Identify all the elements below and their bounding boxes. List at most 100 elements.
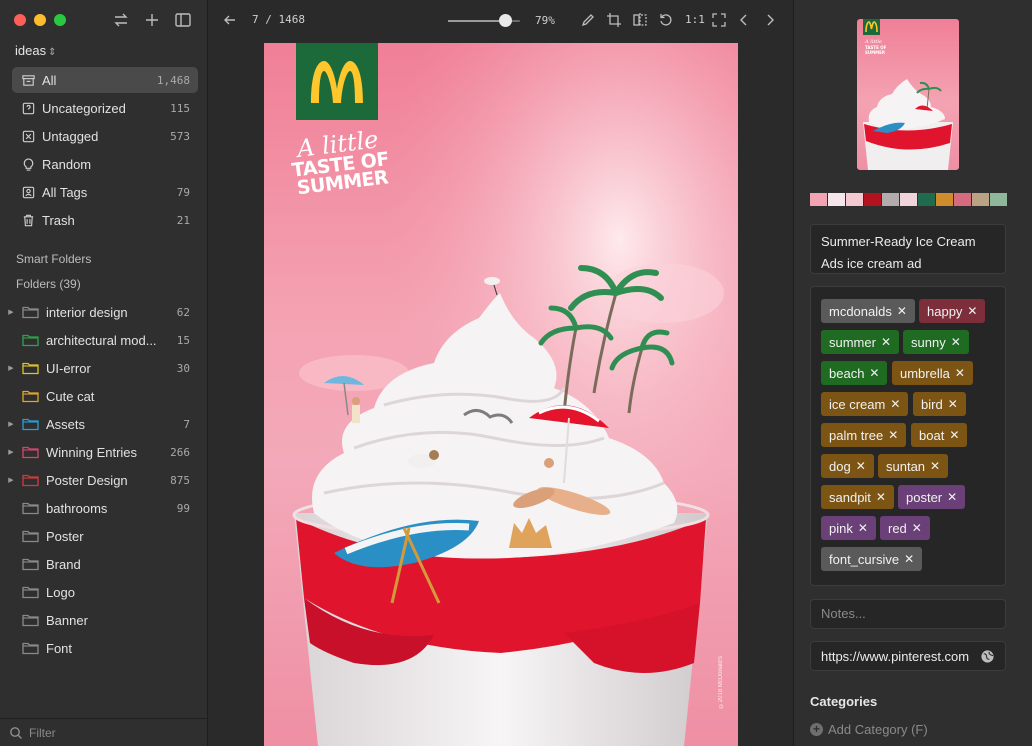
minimize-window-button[interactable]	[34, 14, 46, 26]
url-text[interactable]: https://www.pinterest.com	[821, 649, 976, 664]
disclosure-arrow-icon[interactable]: ▶	[6, 308, 16, 316]
actual-size-button[interactable]: 1:1	[685, 13, 705, 26]
color-swatch[interactable]	[846, 193, 863, 206]
back-arrow-icon[interactable]	[222, 12, 238, 28]
remove-tag-icon[interactable]: ✕	[897, 304, 907, 318]
add-icon[interactable]	[142, 10, 162, 30]
filter-input[interactable]: Filter	[29, 726, 56, 740]
smart-folders-heading[interactable]: Smart Folders	[16, 252, 91, 266]
nav-item-all-tags[interactable]: All Tags 79	[12, 179, 198, 205]
folder-item[interactable]: ▶ Poster Design 875	[4, 467, 200, 493]
flip-icon[interactable]	[632, 12, 648, 28]
remove-tag-icon[interactable]: ✕	[858, 521, 868, 535]
color-swatch[interactable]	[810, 193, 827, 206]
nav-item-uncategorized[interactable]: Uncategorized 115	[12, 95, 198, 121]
tag-chip[interactable]: font_cursive ✕	[821, 547, 923, 571]
nav-item-all[interactable]: All 1,468	[12, 67, 198, 93]
remove-tag-icon[interactable]: ✕	[930, 459, 940, 473]
disclosure-arrow-icon[interactable]: ▶	[6, 364, 16, 372]
nav-item-trash[interactable]: Trash 21	[12, 207, 198, 233]
tags-box[interactable]: mcdonalds ✕ happy ✕ summer ✕ sunny ✕ beach ✕ umbre…	[810, 286, 1006, 586]
poster-image[interactable]: A little TASTE OF SUMMER ©2018 McDonald'…	[264, 43, 738, 746]
remove-tag-icon[interactable]: ✕	[948, 397, 958, 411]
remove-tag-icon[interactable]: ✕	[949, 428, 959, 442]
color-swatch[interactable]	[864, 193, 881, 206]
color-swatch[interactable]	[990, 193, 1007, 206]
tag-chip[interactable]: mcdonalds ✕	[821, 299, 915, 323]
folder-item[interactable]: bathrooms 99	[4, 495, 200, 521]
remove-tag-icon[interactable]: ✕	[869, 366, 879, 380]
folders-heading[interactable]: Folders (39)	[16, 277, 81, 291]
folder-item[interactable]: Poster	[4, 523, 200, 549]
remove-tag-icon[interactable]: ✕	[904, 552, 914, 566]
remove-tag-icon[interactable]: ✕	[881, 335, 891, 349]
tag-chip[interactable]: umbrella ✕	[892, 361, 973, 385]
tag-chip[interactable]: pink ✕	[821, 516, 876, 540]
crop-icon[interactable]	[606, 12, 622, 28]
disclosure-arrow-icon[interactable]: ▶	[6, 476, 16, 484]
color-swatch[interactable]	[882, 193, 899, 206]
sidebar-toggle-icon[interactable]	[173, 10, 193, 30]
color-swatch[interactable]	[954, 193, 971, 206]
next-icon[interactable]	[762, 12, 778, 28]
globe-icon[interactable]	[980, 649, 995, 664]
folder-item[interactable]: architectural mod... 15	[4, 327, 200, 353]
folder-item[interactable]: ▶ UI-error 30	[4, 355, 200, 381]
disclosure-arrow-icon[interactable]: ▶	[6, 420, 16, 428]
zoom-window-button[interactable]	[54, 14, 66, 26]
color-swatch[interactable]	[936, 193, 953, 206]
tag-chip[interactable]: palm tree ✕	[821, 423, 907, 447]
color-swatch[interactable]	[972, 193, 989, 206]
url-field[interactable]: https://www.pinterest.com	[810, 641, 1006, 671]
tag-chip[interactable]: suntan ✕	[878, 454, 949, 478]
edit-pencil-icon[interactable]	[580, 12, 596, 28]
folder-item[interactable]: Font	[4, 635, 200, 661]
tag-chip[interactable]: dog ✕	[821, 454, 874, 478]
rotate-icon[interactable]	[658, 12, 674, 28]
remove-tag-icon[interactable]: ✕	[955, 366, 965, 380]
remove-tag-icon[interactable]: ✕	[912, 521, 922, 535]
folder-item[interactable]: ▶ Assets 7	[4, 411, 200, 437]
previous-icon[interactable]	[736, 12, 752, 28]
folder-item[interactable]: ▶ Winning Entries 266	[4, 439, 200, 465]
remove-tag-icon[interactable]: ✕	[876, 490, 886, 504]
disclosure-arrow-icon[interactable]: ▶	[6, 448, 16, 456]
fullscreen-icon[interactable]	[711, 12, 727, 28]
folder-item[interactable]: Logo	[4, 579, 200, 605]
tag-chip[interactable]: bird ✕	[913, 392, 966, 416]
tag-chip[interactable]: red ✕	[880, 516, 930, 540]
add-category-button[interactable]: + Add Category (F)	[810, 722, 928, 737]
library-switcher[interactable]: ideas ⇕	[15, 43, 56, 58]
zoom-slider[interactable]	[448, 14, 520, 27]
remove-tag-icon[interactable]: ✕	[890, 397, 900, 411]
tag-chip[interactable]: beach ✕	[821, 361, 888, 385]
remove-tag-icon[interactable]: ✕	[856, 459, 866, 473]
tag-chip[interactable]: poster ✕	[898, 485, 966, 509]
remove-tag-icon[interactable]: ✕	[888, 428, 898, 442]
sync-icon[interactable]	[111, 10, 131, 30]
tag-chip[interactable]: ice cream ✕	[821, 392, 909, 416]
zoom-slider-knob[interactable]	[498, 14, 512, 27]
nav-item-random[interactable]: Random	[12, 151, 198, 177]
tag-chip[interactable]: sandpit ✕	[821, 485, 894, 509]
title-field[interactable]: Summer-Ready Ice Cream Ads ice cream ad	[810, 224, 1006, 274]
remove-tag-icon[interactable]: ✕	[951, 335, 961, 349]
notes-field[interactable]: Notes...	[810, 599, 1006, 629]
folder-item[interactable]: Banner	[4, 607, 200, 633]
folder-item[interactable]: Brand	[4, 551, 200, 577]
folder-item[interactable]: ▶ interior design 62	[4, 299, 200, 325]
tag-chip[interactable]: happy ✕	[919, 299, 986, 323]
folder-item[interactable]: Cute cat	[4, 383, 200, 409]
remove-tag-icon[interactable]: ✕	[967, 304, 977, 318]
remove-tag-icon[interactable]: ✕	[947, 490, 957, 504]
tag-chip[interactable]: boat ✕	[911, 423, 968, 447]
preview-thumbnail[interactable]: A little TASTE OF SUMMER	[857, 19, 959, 170]
tag-chip[interactable]: summer ✕	[821, 330, 900, 354]
color-swatch[interactable]	[918, 193, 935, 206]
color-swatch[interactable]	[900, 193, 917, 206]
color-swatch[interactable]	[828, 193, 845, 206]
filter-bar[interactable]: Filter	[0, 718, 207, 746]
close-window-button[interactable]	[14, 14, 26, 26]
tag-chip[interactable]: sunny ✕	[903, 330, 969, 354]
nav-item-untagged[interactable]: Untagged 573	[12, 123, 198, 149]
